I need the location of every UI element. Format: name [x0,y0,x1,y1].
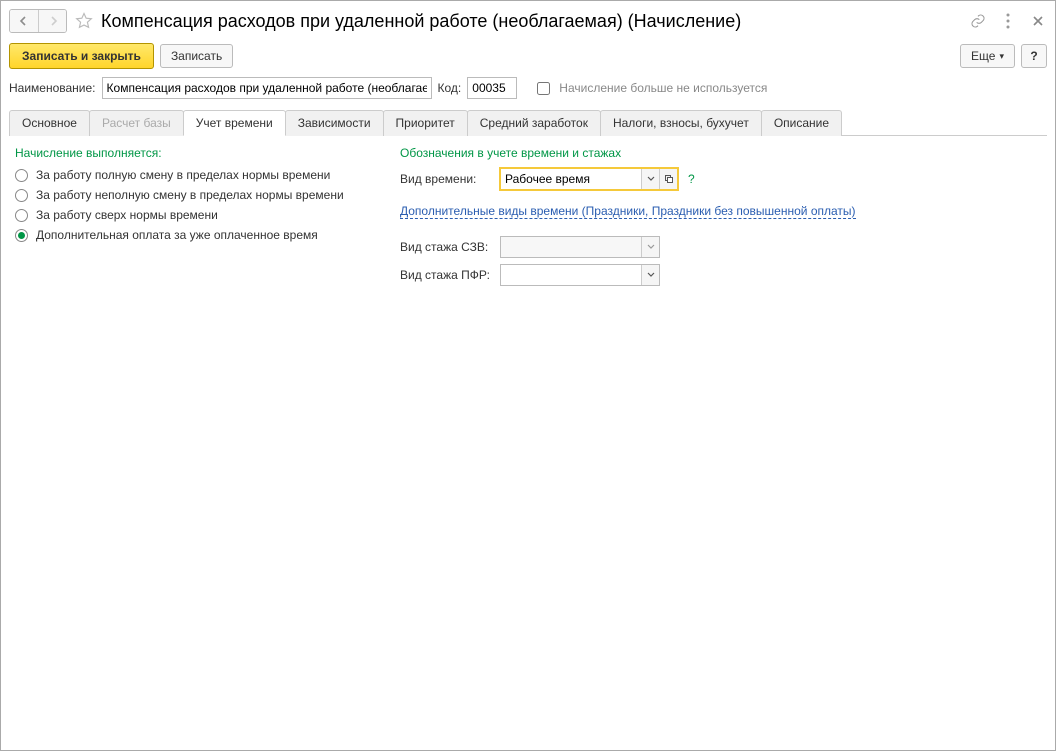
radio-label: За работу полную смену в пределах нормы … [36,168,330,182]
code-label: Код: [438,81,462,95]
radio-label: За работу неполную смену в пределах норм… [36,188,344,202]
time-type-input[interactable] [501,169,641,189]
radio-icon[interactable] [15,169,28,182]
unused-checkbox[interactable] [537,82,550,95]
tab-main[interactable]: Основное [9,110,90,136]
radio-label: За работу сверх нормы времени [36,208,218,222]
time-type-help-icon[interactable]: ? [688,172,695,186]
more-menu-button[interactable]: Еще ▾ [960,44,1015,68]
nav-forward-button[interactable] [38,10,66,32]
name-label: Наименование: [9,81,96,95]
time-type-open-icon[interactable] [659,169,677,189]
window-title: Компенсация расходов при удаленной работ… [101,11,969,32]
accrual-option-2[interactable]: За работу сверх нормы времени [15,208,380,222]
unused-checkbox-wrap[interactable]: Начисление больше не используется [533,79,767,98]
tab-avg[interactable]: Средний заработок [467,110,601,136]
radio-icon[interactable] [15,229,28,242]
more-label: Еще [971,49,995,63]
right-section-title: Обозначения в учете времени и стажах [400,146,1041,160]
time-type-select[interactable] [500,168,678,190]
tab-tax[interactable]: Налоги, взносы, бухучет [600,110,762,136]
unused-label: Начисление больше не используется [559,81,767,95]
accrual-option-3[interactable]: Дополнительная оплата за уже оплаченное … [15,228,380,242]
name-input[interactable] [102,77,432,99]
tab-base: Расчет базы [89,110,184,136]
szv-label: Вид стажа СЗВ: [400,240,494,254]
close-button[interactable] [1029,12,1047,30]
tab-dep[interactable]: Зависимости [285,110,384,136]
accrual-option-1[interactable]: За работу неполную смену в пределах норм… [15,188,380,202]
pfr-input[interactable] [501,265,641,285]
time-type-label: Вид времени: [400,172,494,186]
tab-desc[interactable]: Описание [761,110,842,136]
favorite-star-icon[interactable] [73,10,95,32]
szv-dropdown-icon [641,237,659,257]
radio-label: Дополнительная оплата за уже оплаченное … [36,228,318,242]
time-type-dropdown-icon[interactable] [641,169,659,189]
tab-prio[interactable]: Приоритет [383,110,468,136]
szv-select [500,236,660,258]
left-section-title: Начисление выполняется: [15,146,380,160]
nav-back-button[interactable] [10,10,38,32]
link-icon[interactable] [969,12,987,30]
radio-icon[interactable] [15,189,28,202]
code-input[interactable] [467,77,517,99]
save-button[interactable]: Записать [160,44,233,68]
pfr-dropdown-icon[interactable] [641,265,659,285]
additional-time-types-link[interactable]: Дополнительные виды времени (Праздники, … [400,204,856,219]
accrual-option-0[interactable]: За работу полную смену в пределах нормы … [15,168,380,182]
chevron-down-icon: ▾ [999,51,1004,62]
radio-icon[interactable] [15,209,28,222]
szv-input [501,237,641,257]
help-button[interactable]: ? [1021,44,1047,68]
save-and-close-button[interactable]: Записать и закрыть [9,43,154,69]
pfr-select[interactable] [500,264,660,286]
kebab-menu-icon[interactable] [999,12,1017,30]
tab-time[interactable]: Учет времени [183,110,286,136]
pfr-label: Вид стажа ПФР: [400,268,494,282]
